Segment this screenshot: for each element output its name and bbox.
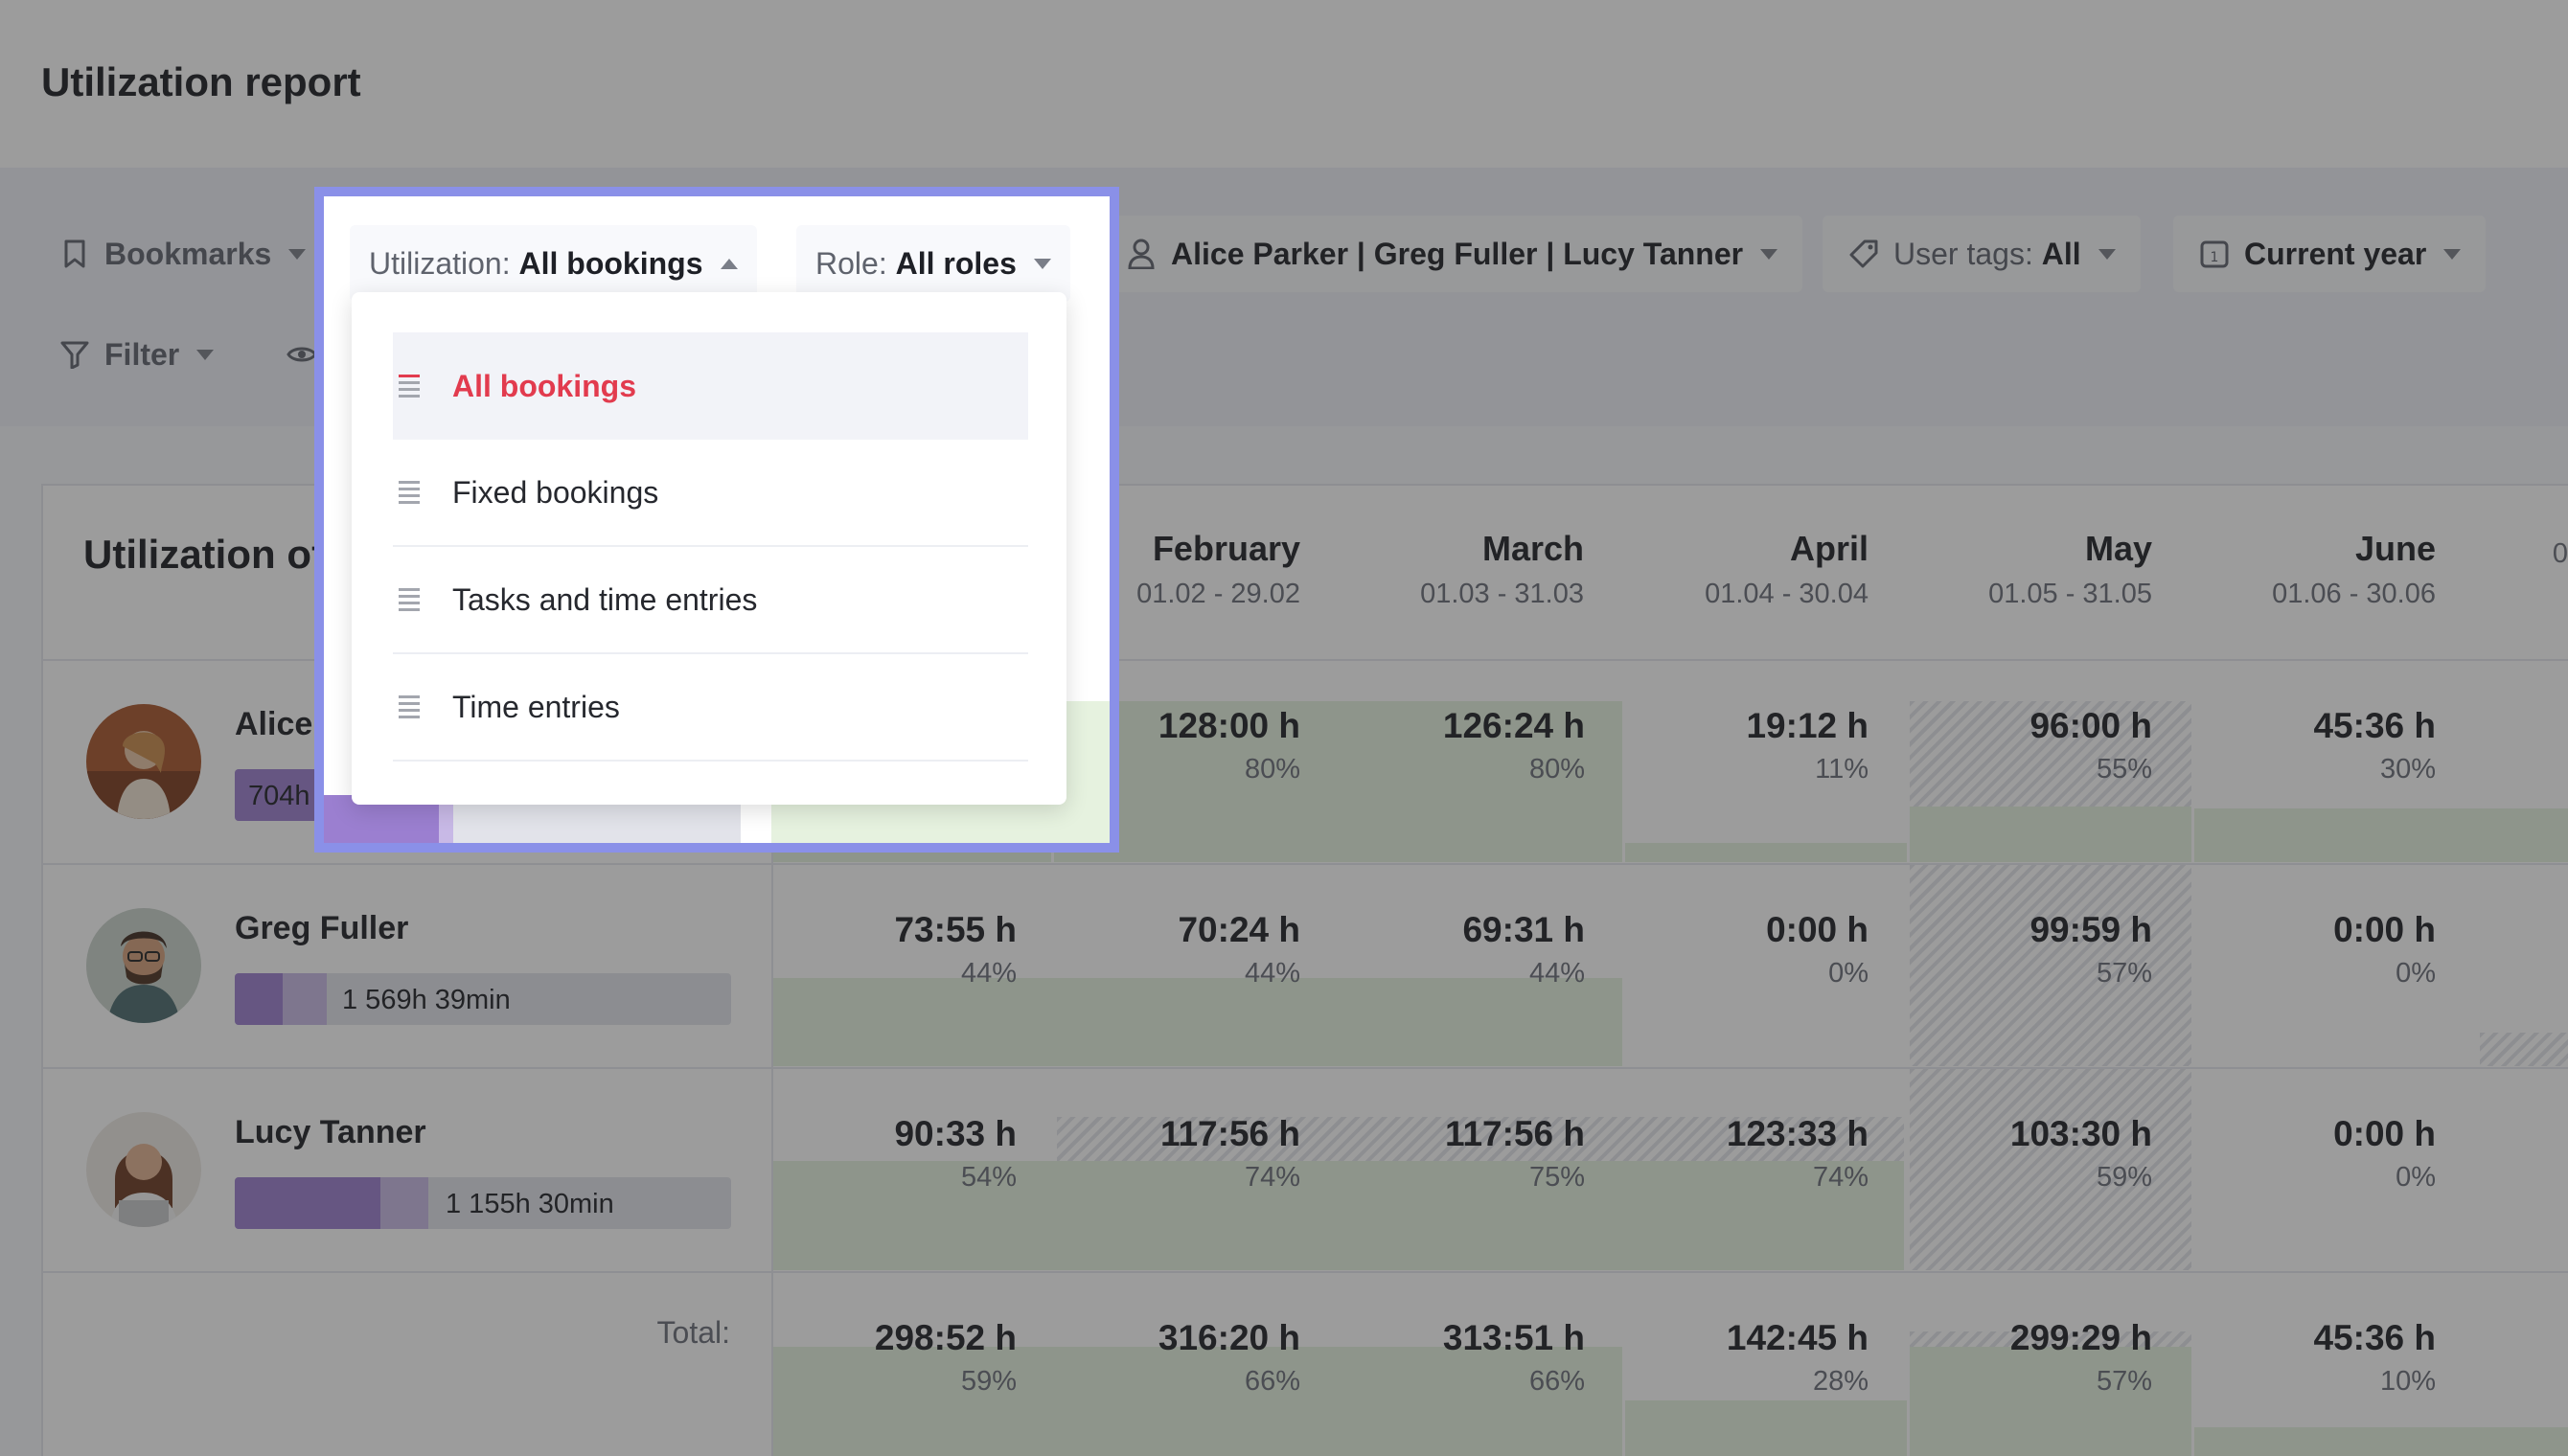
option-label: Fixed bookings xyxy=(452,474,659,510)
utilization-value: All bookings xyxy=(518,245,703,281)
role-dropdown[interactable]: Role: All roles xyxy=(796,225,1070,302)
role-value: All roles xyxy=(895,245,1017,281)
utilization-dropdown[interactable]: Utilization: All bookings xyxy=(350,225,757,302)
option-label: Tasks and time entries xyxy=(452,581,758,617)
option-label: All bookings xyxy=(452,368,636,403)
chevron-down-icon xyxy=(1033,258,1051,269)
option-label: Time entries xyxy=(452,689,620,724)
utilization-dropdown-menu: All bookings Fixed bookings Tasks and ti… xyxy=(352,292,1066,805)
dropdown-option-time-entries[interactable]: Time entries xyxy=(393,654,1028,762)
list-icon xyxy=(399,695,420,718)
utilization-label: Utilization: xyxy=(369,245,511,281)
list-icon xyxy=(399,481,420,504)
role-label: Role: xyxy=(815,245,887,281)
list-icon xyxy=(399,375,420,398)
list-icon xyxy=(399,588,420,611)
chevron-up-icon xyxy=(720,258,738,269)
dropdown-option-all-bookings[interactable]: All bookings xyxy=(393,332,1028,440)
dropdown-option-fixed-bookings[interactable]: Fixed bookings xyxy=(393,440,1028,547)
dropdown-option-tasks-and-time-entries[interactable]: Tasks and time entries xyxy=(393,547,1028,654)
